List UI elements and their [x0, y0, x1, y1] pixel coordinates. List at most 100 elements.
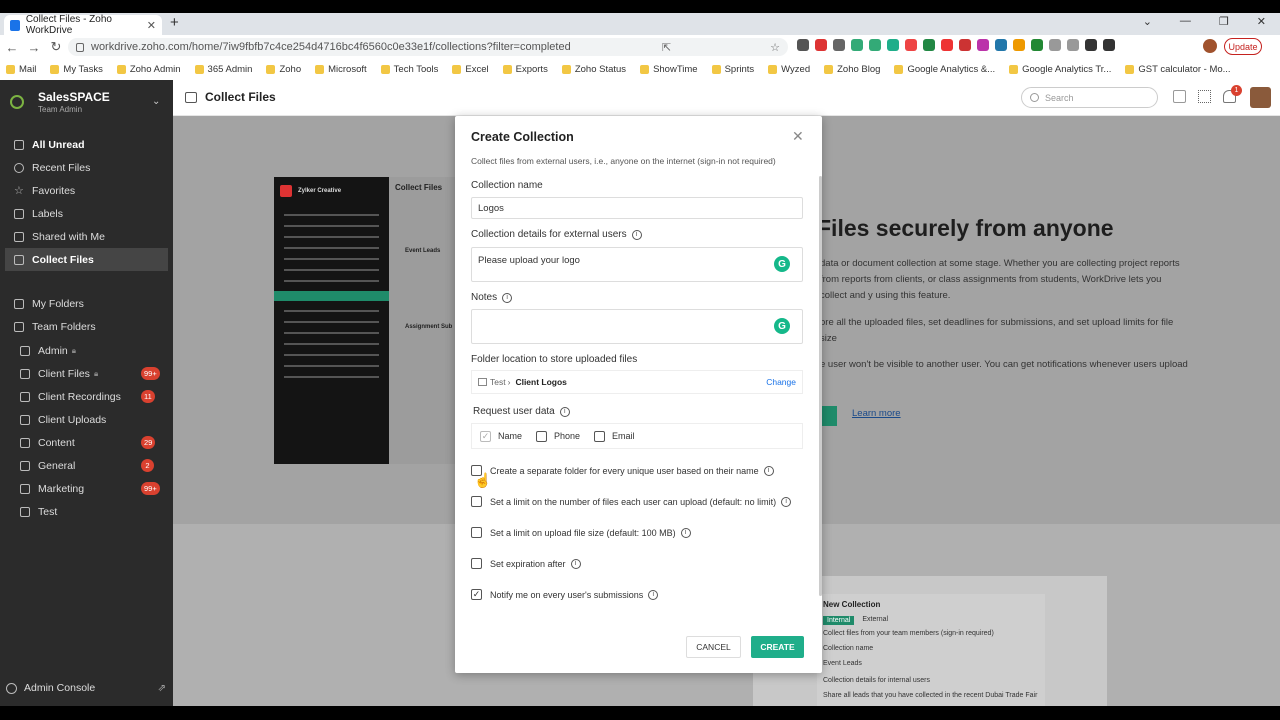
info-icon[interactable]: i: [559, 406, 570, 417]
expiration-checkbox[interactable]: [471, 558, 482, 569]
sidebar-item-recent-files[interactable]: Recent Files: [0, 156, 173, 179]
collection-name-input[interactable]: Logos: [471, 197, 803, 219]
forward-icon[interactable]: →: [24, 40, 44, 55]
team-folder-client-recordings[interactable]: Client Recordings 11: [0, 385, 173, 408]
bookmark-item[interactable]: Sprints: [711, 64, 754, 75]
sidebar-item-team-folders[interactable]: Team Folders: [0, 315, 173, 338]
extension-icon[interactable]: [923, 39, 935, 51]
address-bar[interactable]: workdrive.zoho.com/home/7iw9fbfb7c4ce254…: [68, 38, 788, 56]
puzzle-icon[interactable]: [1085, 39, 1097, 51]
reload-icon[interactable]: ↻: [46, 39, 66, 55]
restore-icon[interactable]: ❐: [1219, 15, 1229, 28]
notes-textarea[interactable]: G: [471, 309, 803, 344]
bookmark-item[interactable]: Google Analytics Tr...: [1009, 64, 1111, 75]
option-file-size-limit[interactable]: Set a limit on upload file size (default…: [471, 527, 691, 538]
team-folder-admin[interactable]: Admin 🔒︎: [0, 339, 173, 362]
extension-icon[interactable]: [797, 39, 809, 51]
email-checkbox[interactable]: [594, 430, 606, 442]
option-expiration[interactable]: Set expiration after i: [471, 558, 581, 569]
new-tab-icon[interactable]: +: [170, 14, 179, 31]
team-folder-general[interactable]: General 2: [0, 454, 173, 477]
phone-checkbox[interactable]: [536, 430, 548, 442]
search-input[interactable]: Search: [1021, 87, 1158, 108]
extension-icon[interactable]: [995, 39, 1007, 51]
whats-new-icon[interactable]: [1173, 90, 1186, 103]
tab-search-icon[interactable]: ⌄: [1143, 15, 1152, 28]
bookmark-star-icon[interactable]: ☆: [770, 41, 780, 54]
bookmark-item[interactable]: Tech Tools: [380, 64, 438, 75]
sidebar-item-labels[interactable]: Labels: [0, 202, 173, 225]
sidebar-item-collect-files[interactable]: Collect Files: [5, 248, 168, 271]
collection-details-textarea[interactable]: Please upload your logo G: [471, 247, 803, 282]
dialog-scrollbar[interactable]: [819, 176, 822, 596]
info-icon[interactable]: i: [763, 465, 774, 476]
extension-icon[interactable]: [869, 39, 881, 51]
info-icon[interactable]: i: [648, 589, 659, 600]
bookmark-item[interactable]: Zoho Blog: [824, 64, 880, 75]
info-icon[interactable]: i: [502, 292, 513, 303]
close-window-icon[interactable]: ✕: [1257, 15, 1266, 28]
option-notify[interactable]: ✓ Notify me on every user's submissions i: [471, 589, 659, 600]
profile-avatar[interactable]: [1203, 39, 1217, 53]
sidebar-item-my-folders[interactable]: My Folders: [0, 292, 173, 315]
bookmark-item[interactable]: Google Analytics &...: [894, 64, 995, 75]
close-icon[interactable]: ✕: [792, 128, 804, 145]
user-avatar[interactable]: [1250, 87, 1271, 108]
extension-icon[interactable]: [977, 39, 989, 51]
bookmark-item[interactable]: Excel: [452, 64, 489, 75]
info-icon[interactable]: i: [631, 229, 642, 240]
back-icon[interactable]: ←: [2, 40, 22, 55]
file-size-limit-checkbox[interactable]: [471, 527, 482, 538]
extension-icon[interactable]: [1013, 39, 1025, 51]
update-button[interactable]: Update: [1224, 38, 1262, 55]
extension-icon[interactable]: [1031, 39, 1043, 51]
extension-icon[interactable]: [1049, 39, 1061, 51]
option-separate-folder[interactable]: Create a separate folder for every uniqu…: [471, 465, 774, 476]
bookmark-item[interactable]: Zoho Admin: [116, 64, 181, 75]
team-folder-test[interactable]: Test: [0, 500, 173, 523]
bookmark-item[interactable]: Microsoft: [315, 64, 367, 75]
team-folder-marketing[interactable]: Marketing 99+: [0, 477, 173, 500]
extension-icon[interactable]: [851, 39, 863, 51]
bookmark-item[interactable]: ShowTime: [640, 64, 698, 75]
extension-icon[interactable]: [887, 39, 899, 51]
bookmark-item[interactable]: 365 Admin: [194, 64, 252, 75]
bookmark-item[interactable]: Wyzed: [768, 64, 810, 75]
info-icon[interactable]: i: [570, 558, 581, 569]
extension-icon[interactable]: [941, 39, 953, 51]
sidebar-item-favorites[interactable]: ☆ Favorites: [0, 179, 173, 202]
sidepanel-icon[interactable]: [1103, 39, 1115, 51]
apps-grid-icon[interactable]: [1198, 90, 1211, 103]
file-count-limit-checkbox[interactable]: [471, 496, 482, 507]
option-file-count-limit[interactable]: Set a limit on the number of files each …: [471, 496, 792, 507]
browser-tab[interactable]: Collect Files - Zoho WorkDrive ✕: [4, 14, 162, 36]
bookmark-item[interactable]: Zoho Status: [561, 64, 626, 75]
bookmark-item[interactable]: Mail: [6, 64, 36, 75]
extension-icon[interactable]: [905, 39, 917, 51]
admin-console-link[interactable]: Admin Console ⇗: [6, 682, 166, 694]
bookmark-item[interactable]: Zoho: [266, 64, 301, 75]
org-switcher[interactable]: SalesSPACE Team Admin: [10, 90, 110, 114]
change-folder-link[interactable]: Change: [766, 377, 796, 387]
extension-icon[interactable]: [833, 39, 845, 51]
sidebar-item-all-unread[interactable]: All Unread: [0, 133, 173, 156]
get-started-button[interactable]: [822, 406, 837, 426]
bookmark-item[interactable]: GST calculator - Mo...: [1125, 64, 1231, 75]
chevron-down-icon[interactable]: ⌄: [152, 96, 160, 107]
info-icon[interactable]: i: [680, 527, 691, 538]
team-folder-client-files[interactable]: Client Files 🔒︎ 99+: [0, 362, 173, 385]
sidebar-item-shared-with-me[interactable]: Shared with Me: [0, 225, 173, 248]
extension-icon[interactable]: [1067, 39, 1079, 51]
notify-checkbox[interactable]: ✓: [471, 589, 482, 600]
grammarly-icon[interactable]: G: [774, 318, 790, 334]
cancel-button[interactable]: CANCEL: [686, 636, 741, 658]
close-tab-icon[interactable]: ✕: [147, 19, 156, 32]
learn-more-link[interactable]: Learn more: [852, 408, 901, 419]
minimize-icon[interactable]: —: [1180, 15, 1191, 28]
extension-icon[interactable]: [959, 39, 971, 51]
create-button[interactable]: CREATE: [751, 636, 804, 658]
extension-icon[interactable]: [815, 39, 827, 51]
info-icon[interactable]: i: [781, 496, 792, 507]
team-folder-client-uploads[interactable]: Client Uploads: [0, 408, 173, 431]
bookmark-item[interactable]: My Tasks: [50, 64, 103, 75]
